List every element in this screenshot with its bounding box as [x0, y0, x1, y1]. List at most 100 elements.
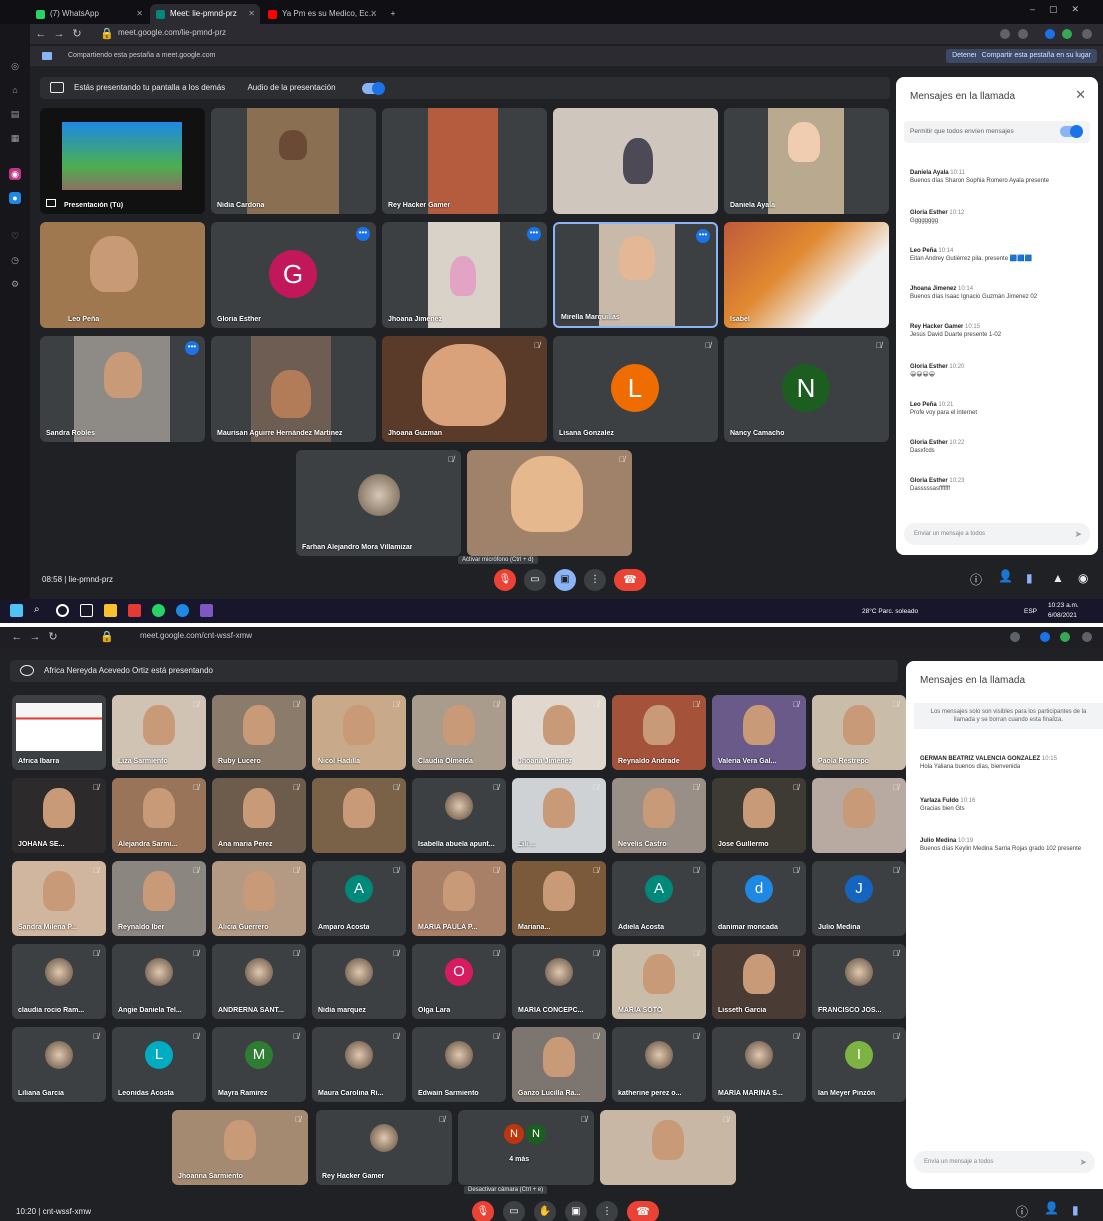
participant-tile[interactable]: L 🎙̸ Leonidas Acosta: [112, 1027, 206, 1102]
chat-input[interactable]: Enviar un mensaje a todos ➤: [904, 523, 1090, 545]
date[interactable]: 6/08/2021: [1048, 612, 1077, 619]
cortana-icon[interactable]: [56, 604, 69, 617]
participant-tile[interactable]: 🎙̸ Mariana...: [512, 861, 606, 936]
participant-tile[interactable]: 🎙̸: [600, 1110, 736, 1185]
participant-tile[interactable]: 🎙̸ Nevelis Castro: [612, 778, 706, 853]
heart-icon[interactable]: ♡: [9, 230, 21, 242]
participant-tile[interactable]: 🎙̸: [467, 450, 632, 556]
more-options-button[interactable]: ⋮: [584, 569, 606, 591]
participant-tile[interactable]: 🎙̸ Farhan Alejandro Mora Villamizar: [296, 450, 461, 556]
browser-tab[interactable]: Ya Pm es su Medico, Ec… ✕: [262, 4, 382, 24]
people-icon[interactable]: 👤: [998, 569, 1013, 583]
chat-permission-toggle[interactable]: [1060, 125, 1083, 138]
info-icon[interactable]: ⓘ: [970, 571, 982, 588]
send-icon[interactable]: ➤: [1074, 523, 1082, 545]
close-icon[interactable]: ✕: [1075, 87, 1086, 103]
participant-tile[interactable]: d 🎙̸ danimar moncada: [712, 861, 806, 936]
participant-tile[interactable]: 🎙̸ Angie Daniela Tel...: [112, 944, 206, 1019]
participant-tile[interactable]: Isabel: [724, 222, 889, 328]
chat-input[interactable]: Envía un mensaje a todos ➤: [914, 1151, 1095, 1173]
participant-tile[interactable]: 🎙̸ Liliana Garcia: [12, 1027, 106, 1102]
participant-tile[interactable]: 🎙̸ Ruby Lucero: [212, 695, 306, 770]
participant-tile[interactable]: 🎙̸ Ana maria Perez: [212, 778, 306, 853]
participant-tile[interactable]: M 🎙̸ Mayra Ramirez: [212, 1027, 306, 1102]
profile-avatar[interactable]: [1040, 632, 1050, 642]
present-button[interactable]: ▣: [565, 1201, 587, 1221]
forward-icon[interactable]: →: [28, 630, 42, 644]
send-icon[interactable]: ➤: [1079, 1151, 1087, 1173]
participant-tile[interactable]: Leo Peña: [40, 222, 205, 328]
participant-tile[interactable]: 🎙̸ FRANCISCO JOS...: [812, 944, 906, 1019]
settings-icon[interactable]: ⚙: [9, 278, 21, 290]
participant-tile[interactable]: 🎙̸ Alicia Guerrero: [212, 861, 306, 936]
present-button[interactable]: ▣: [554, 569, 576, 591]
info-icon[interactable]: ⓘ: [1016, 1203, 1028, 1220]
search-icon[interactable]: ⌕: [34, 604, 47, 617]
menu-icon[interactable]: [1082, 29, 1092, 39]
clock-icon[interactable]: ◷: [9, 254, 21, 266]
sidebar-icon[interactable]: ▦: [9, 132, 21, 144]
more-options-icon[interactable]: •••: [696, 229, 710, 243]
url-field[interactable]: meet.google.com/lie-pmnd-prz: [118, 28, 226, 37]
audio-toggle[interactable]: [362, 82, 385, 95]
new-tab-button[interactable]: +: [384, 4, 402, 24]
participant-tile[interactable]: Daniela Ayala: [724, 108, 889, 214]
people-icon[interactable]: 👤: [1044, 1201, 1059, 1215]
browser-icon[interactable]: [176, 604, 189, 617]
windows-start-icon[interactable]: [10, 604, 23, 617]
participant-tile[interactable]: 🎙̸ Lisseth Garcia: [712, 944, 806, 1019]
close-tab-icon[interactable]: ✕: [370, 4, 377, 24]
participant-tile[interactable]: ••• Sandra Robles: [40, 336, 205, 442]
participant-tile[interactable]: 🎙̸ MARIA PAULA P...: [412, 861, 506, 936]
extension-icon[interactable]: [1000, 29, 1010, 39]
participant-tile[interactable]: 🎙̸ Claudia Olmeida: [412, 695, 506, 770]
participant-tile[interactable]: L 🎙̸ Lisana Gonzalez: [553, 336, 718, 442]
participant-tile[interactable]: 🎙̸ Maura Carolina Ri...: [312, 1027, 406, 1102]
more-options-icon[interactable]: •••: [185, 341, 199, 355]
camera-button[interactable]: ▭: [503, 1201, 525, 1221]
sidebar-icon[interactable]: ▤: [9, 108, 21, 120]
mic-off-button[interactable]: 🎙: [472, 1201, 494, 1221]
participant-tile[interactable]: A 🎙̸ Adiela Acosta: [612, 861, 706, 936]
participant-tile[interactable]: O 🎙̸ Olga Lara: [412, 944, 506, 1019]
close-tab-icon[interactable]: ✕: [136, 4, 143, 24]
presentation-tile[interactable]: África Ibarra: [12, 695, 106, 770]
extension-icon[interactable]: [1010, 632, 1020, 642]
participant-tile-active[interactable]: ••• Mirella Marquillas: [553, 222, 718, 328]
participant-tile[interactable]: Maurisan Aguirre Hernández Martinez: [211, 336, 376, 442]
participant-tile[interactable]: 🎙̸ Reynaldo Iber: [112, 861, 206, 936]
participant-tile[interactable]: 🎙̸ Reynaldo Andrade: [612, 695, 706, 770]
back-icon[interactable]: ←: [34, 27, 48, 41]
participant-tile[interactable]: 🎙̸ Jhoanna Sarmiento: [172, 1110, 308, 1185]
participant-tile[interactable]: Rey Hacker Gamer: [382, 108, 547, 214]
reload-icon[interactable]: ↻: [46, 630, 60, 644]
participant-tile[interactable]: Nidia Cardona: [211, 108, 376, 214]
participant-tile[interactable]: 🎙̸ Ganzo Lucilla Ra...: [512, 1027, 606, 1102]
participant-tile[interactable]: 🎙̸ Valeria Vera Gal...: [712, 695, 806, 770]
chat-icon[interactable]: ▮: [1026, 571, 1033, 585]
sidebar-icon[interactable]: ⌂: [9, 84, 21, 96]
participant-tile[interactable]: 🎙̸ Jhoana Jimenez: [512, 695, 606, 770]
participant-tile[interactable]: J 🎙̸ Julio Medina: [812, 861, 906, 936]
more-options-icon[interactable]: •••: [356, 227, 370, 241]
participant-tile[interactable]: A 🎙̸ Amparo Acosta: [312, 861, 406, 936]
participant-tile[interactable]: [553, 108, 718, 214]
language-indicator[interactable]: ESP: [1024, 608, 1037, 615]
weather-widget[interactable]: 28°C Parc. soleado: [862, 608, 918, 615]
participant-tile[interactable]: 🎙̸ ANDRERNA SANT...: [212, 944, 306, 1019]
participant-tile[interactable]: 🎙̸ Isabella abuela apunt...: [412, 778, 506, 853]
participant-tile[interactable]: ••• Jhoana Jimenez: [382, 222, 547, 328]
browser-tab-active[interactable]: Meet: lie-pmnd-prz ✕: [150, 4, 260, 24]
whatsapp-icon[interactable]: [152, 604, 165, 617]
window-controls[interactable]: –▢✕: [1030, 4, 1093, 15]
participant-tile[interactable]: 🎙̸ MARIA MARINA S...: [712, 1027, 806, 1102]
browser-tab[interactable]: (7) WhatsApp ✕: [30, 4, 148, 24]
participant-tile[interactable]: 🎙̸ Sandra Milena P...: [12, 861, 106, 936]
messenger-icon[interactable]: ●: [9, 192, 21, 204]
participant-tile[interactable]: 🎙̸ Nidia marquez: [312, 944, 406, 1019]
app-icon[interactable]: [200, 604, 213, 617]
back-icon[interactable]: ←: [10, 630, 24, 644]
participant-tile[interactable]: 🎙̸ katherine perez o...: [612, 1027, 706, 1102]
instagram-icon[interactable]: ◉: [9, 168, 21, 180]
lock-icon[interactable]: ◉: [1078, 571, 1088, 585]
